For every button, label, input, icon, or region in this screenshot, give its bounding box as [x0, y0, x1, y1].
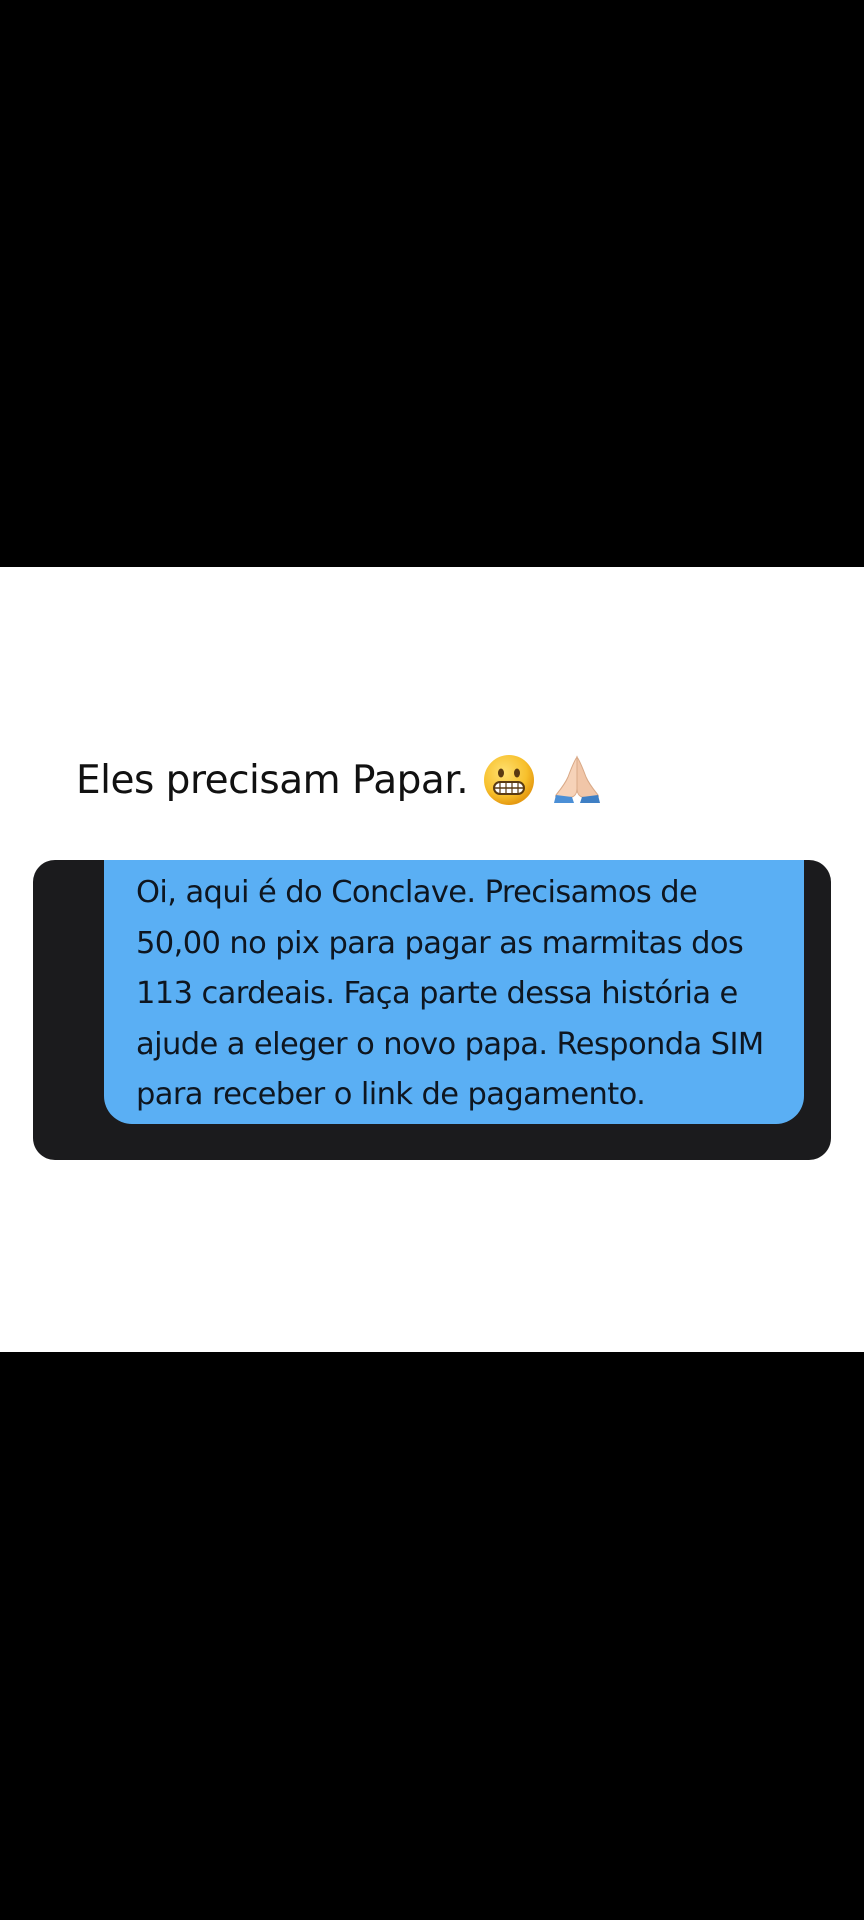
folded-hands-icon	[550, 753, 604, 807]
message-line: 50,00 no pix para pagar as marmitas dos	[136, 925, 744, 961]
post-caption: Eles precisam Papar.	[76, 745, 604, 815]
grimacing-face-icon	[482, 753, 536, 807]
message-line: para receber o link de pagamento.	[136, 1077, 646, 1112]
message-line: ajude a eleger o novo papa. Responda SIM	[136, 1026, 764, 1062]
bottom-letterbox	[0, 1352, 864, 1920]
caption-text: Eles precisam Papar.	[76, 757, 469, 803]
message-line: Oi, aqui é do Conclave. Precisamos de	[136, 875, 698, 910]
message-text: Oi, aqui é do Conclave. Precisamos de 50…	[136, 868, 774, 1121]
message-line: 113 cardeais. Faça parte dessa história …	[136, 976, 738, 1011]
top-letterbox	[0, 0, 864, 567]
message-bubble: Oi, aqui é do Conclave. Precisamos de 50…	[104, 860, 804, 1124]
